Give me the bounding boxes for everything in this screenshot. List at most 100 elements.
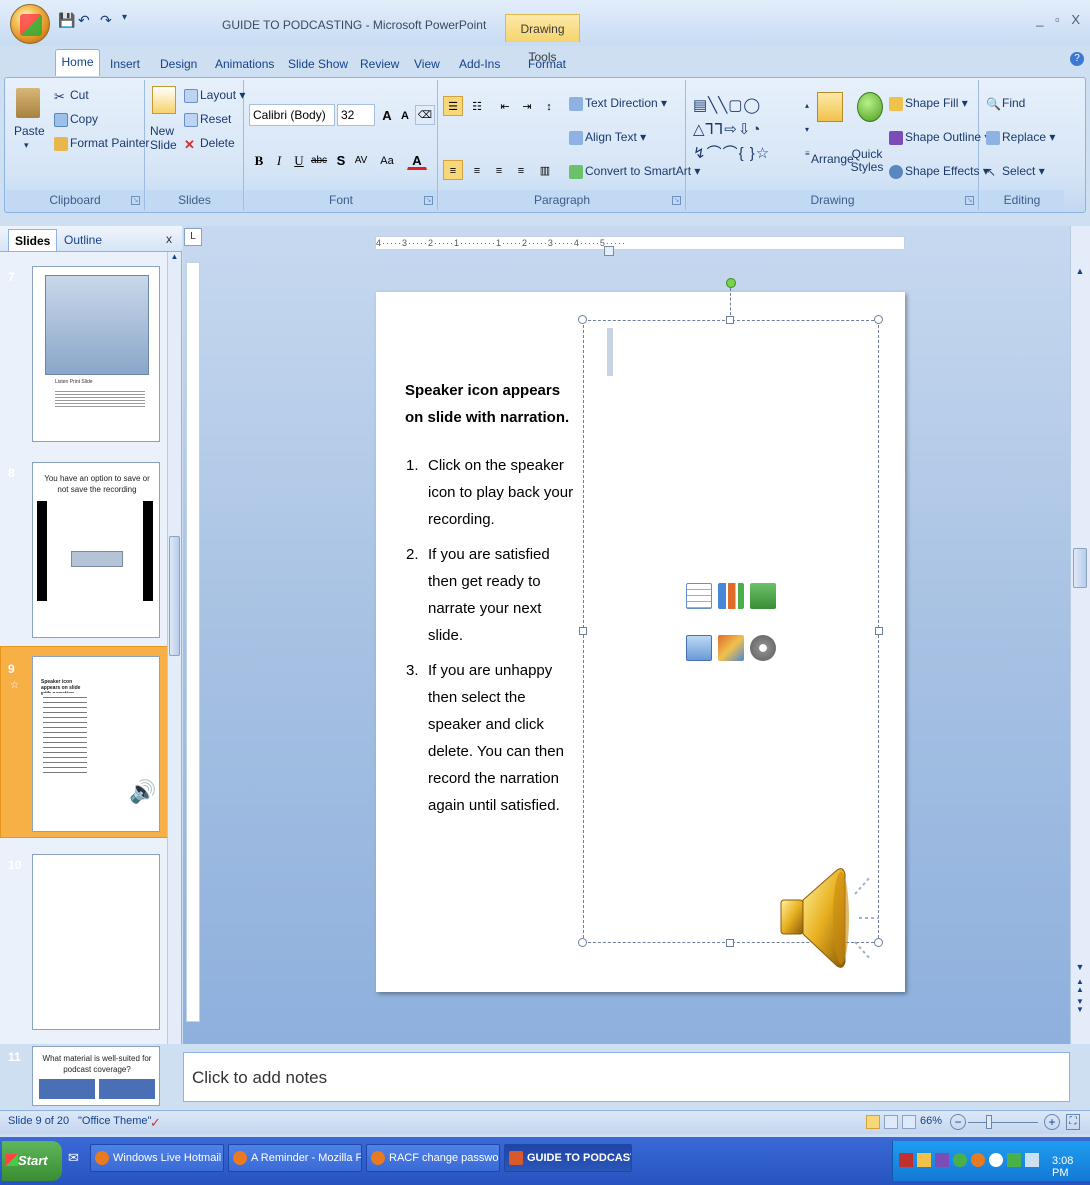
spelling-check-icon[interactable]: ✓: [150, 1115, 161, 1131]
tab-insert[interactable]: Insert: [110, 52, 140, 76]
font-size-combo[interactable]: 32: [337, 104, 375, 126]
char-spacing-button[interactable]: AV: [351, 150, 371, 170]
resize-handle-sw[interactable]: [578, 938, 587, 947]
resize-handle-n[interactable]: [726, 316, 734, 324]
tray-icon[interactable]: [935, 1153, 949, 1167]
line-spacing-button[interactable]: ↕: [539, 96, 559, 116]
zoom-slider-track[interactable]: [968, 1122, 1038, 1123]
tab-slides[interactable]: Slides: [8, 229, 58, 251]
office-button[interactable]: [10, 4, 50, 44]
insert-smartart-icon[interactable]: [750, 583, 776, 609]
vertical-ruler[interactable]: [186, 262, 200, 1022]
replace-button[interactable]: Replace ▾: [986, 130, 1055, 145]
zoom-out-icon[interactable]: −: [950, 1114, 966, 1130]
justify-button[interactable]: ≡: [511, 160, 531, 180]
indent-marker[interactable]: [604, 246, 614, 256]
cut-button[interactable]: ✂ Cut: [54, 88, 89, 104]
slide-thumbnail-9[interactable]: Speaker icon appears on slide with narra…: [32, 656, 160, 832]
scroll-up-icon[interactable]: ▲: [169, 252, 180, 266]
taskbar-button-reminder[interactable]: A Reminder - Mozilla Fire...: [228, 1144, 362, 1172]
taskbar-button-racf[interactable]: RACF change password....: [366, 1144, 500, 1172]
align-center-button[interactable]: ≡: [467, 160, 487, 180]
tray-icon[interactable]: [989, 1153, 1003, 1167]
tab-animations[interactable]: Animations: [215, 52, 274, 76]
slide-thumbnail-7[interactable]: Listen Print Slide: [32, 266, 160, 442]
horizontal-ruler[interactable]: 4·····3·····2·····1·········1·····2·····…: [375, 236, 905, 250]
resize-handle-s[interactable]: [726, 939, 734, 947]
insert-picture-icon[interactable]: [686, 635, 712, 661]
bold-button[interactable]: B: [249, 150, 269, 170]
taskbar-button-powerpoint[interactable]: GUIDE TO PODCASTING: [504, 1144, 632, 1172]
fit-to-window-icon[interactable]: ⛶: [1066, 1114, 1080, 1130]
paste-dropdown-icon[interactable]: ▾: [24, 140, 29, 151]
tray-icon[interactable]: [1007, 1153, 1021, 1167]
format-painter-button[interactable]: Format Painter: [54, 136, 149, 151]
select-button[interactable]: ↖ Select ▾: [986, 164, 1045, 179]
slide-bullet-list[interactable]: 1. Click on the speaker icon to play back…: [406, 452, 576, 827]
normal-view-icon[interactable]: [866, 1115, 880, 1129]
tab-selector[interactable]: L: [184, 228, 202, 246]
zoom-in-icon[interactable]: +: [1044, 1114, 1060, 1130]
rotation-handle[interactable]: [726, 278, 736, 288]
redo-icon[interactable]: ↷: [100, 12, 112, 29]
resize-handle-w[interactable]: [579, 627, 587, 635]
tray-icon[interactable]: [1025, 1153, 1039, 1167]
qat-dropdown-icon[interactable]: ▾: [122, 12, 127, 23]
tab-home[interactable]: Home: [55, 49, 100, 76]
paragraph-launcher-icon[interactable]: ↘: [672, 196, 681, 205]
tray-icon[interactable]: [953, 1153, 967, 1167]
slide-thumbnail-11[interactable]: What material is well-suited for podcast…: [32, 1046, 160, 1106]
paste-button[interactable]: Paste: [14, 124, 45, 138]
numbering-button[interactable]: ☷: [467, 96, 487, 116]
slide-scroll-thumb[interactable]: [1073, 548, 1087, 588]
insert-clipart-icon[interactable]: [718, 635, 744, 661]
next-slide-icon[interactable]: ▼ ▼: [1074, 998, 1086, 1014]
pane-scroll-thumb[interactable]: [169, 536, 180, 656]
pane-scrollbar[interactable]: ▲: [167, 252, 181, 1044]
delete-slide-button[interactable]: ✕ Delete: [184, 136, 235, 152]
bullets-button[interactable]: ☰: [443, 96, 463, 116]
resize-handle-nw[interactable]: [578, 315, 587, 324]
italic-button[interactable]: I: [269, 150, 289, 170]
resize-handle-e[interactable]: [875, 627, 883, 635]
help-icon[interactable]: ?: [1070, 52, 1084, 66]
tab-view[interactable]: View: [414, 52, 440, 76]
scroll-down-icon[interactable]: ▼: [1074, 962, 1086, 972]
clipboard-launcher-icon[interactable]: ↘: [131, 196, 140, 205]
save-icon[interactable]: 💾: [58, 12, 75, 29]
shape-outline-button[interactable]: Shape Outline ▾: [889, 130, 990, 145]
taskbar-button-hotmail[interactable]: Windows Live Hotmail - ...: [90, 1144, 224, 1172]
notes-placeholder[interactable]: Click to add notes: [192, 1068, 327, 1088]
drawing-launcher-icon[interactable]: ↘: [965, 196, 974, 205]
increase-indent-button[interactable]: ⇥: [517, 96, 537, 116]
quick-styles-icon[interactable]: [857, 92, 883, 122]
arrange-icon[interactable]: [817, 92, 843, 122]
slide-title[interactable]: Speaker icon appears on slide with narra…: [405, 377, 575, 431]
copy-button[interactable]: Copy: [54, 112, 98, 127]
clear-formatting-button[interactable]: ⌫: [415, 105, 435, 125]
shape-fill-button[interactable]: Shape Fill ▾: [889, 96, 968, 111]
tab-review[interactable]: Review: [360, 52, 399, 76]
tab-design[interactable]: Design: [160, 52, 197, 76]
underline-button[interactable]: U: [289, 150, 309, 170]
text-direction-button[interactable]: Text Direction ▾: [569, 96, 667, 111]
tray-icon[interactable]: [899, 1153, 913, 1167]
tab-format[interactable]: Format: [528, 52, 566, 76]
convert-smartart-button[interactable]: Convert to SmartArt ▾: [569, 164, 700, 179]
resize-handle-ne[interactable]: [874, 315, 883, 324]
tray-icon[interactable]: [917, 1153, 931, 1167]
slide-show-view-icon[interactable]: [902, 1115, 916, 1129]
theme-name[interactable]: "Office Theme": [78, 1115, 151, 1127]
find-button[interactable]: 🔍Find: [986, 96, 1025, 111]
tab-slide-show[interactable]: Slide Show: [288, 52, 348, 76]
reset-button[interactable]: Reset: [184, 112, 231, 127]
tab-outline[interactable]: Outline: [58, 229, 108, 251]
shapes-gallery[interactable]: ▤╲╲▢◯ △⅂⅂⇨⇩◔ ↯⌒⌒{ }☆: [693, 94, 803, 170]
speaker-icon[interactable]: [775, 858, 885, 978]
font-launcher-icon[interactable]: ↘: [424, 196, 433, 205]
align-left-button[interactable]: ≡: [443, 160, 463, 180]
scroll-up-icon[interactable]: ▲: [1074, 266, 1086, 280]
slide-thumbnail-10[interactable]: [32, 854, 160, 1030]
zoom-slider-thumb[interactable]: [986, 1115, 992, 1129]
insert-table-icon[interactable]: [686, 583, 712, 609]
